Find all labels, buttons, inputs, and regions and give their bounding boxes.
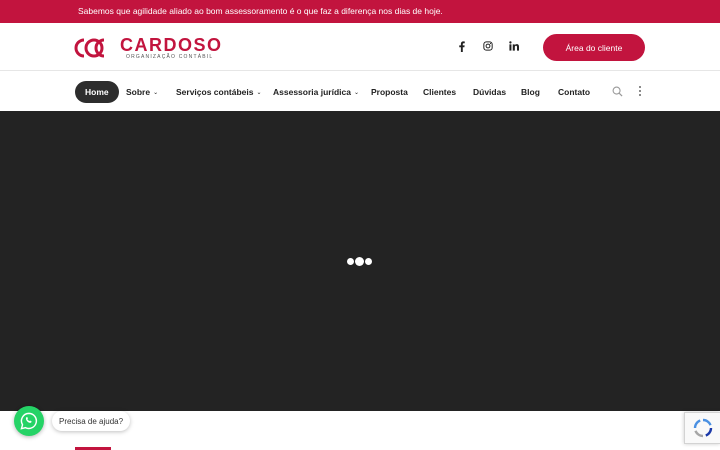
nav-item-label: Contato [558, 87, 591, 97]
client-area-button[interactable]: Área do cliente [543, 34, 645, 61]
nav-item-assessoria-juridica[interactable]: Assessoria jurídica ⌄ [273, 81, 359, 103]
nav-item-label: Blog [521, 87, 540, 97]
whatsapp-icon [20, 412, 38, 430]
nav-item-label: Clientes [423, 87, 457, 97]
whatsapp-button[interactable] [14, 406, 44, 436]
instagram-icon[interactable] [480, 38, 496, 54]
hero-section [0, 111, 720, 411]
brand-tagline: ORGANIZAÇÃO CONTÁBIL [126, 53, 214, 60]
chevron-down-icon: ⌄ [256, 89, 262, 96]
nav-item-sobre[interactable]: Sobre ⌄ [126, 81, 158, 103]
announcement-text: Sabemos que agilidade aliado ao bom asse… [78, 6, 443, 16]
recaptcha-icon [693, 418, 712, 438]
nav-item-home[interactable]: Home [75, 81, 119, 103]
nav-item-label: Assessoria jurídica [273, 87, 351, 97]
brand-logo[interactable]: CARDOSO ORGANIZAÇÃO CONTÁBIL [74, 36, 223, 60]
nav-item-label: Sobre [126, 87, 151, 97]
nav-item-label: Home [85, 87, 109, 97]
site-header: CARDOSO ORGANIZAÇÃO CONTÁBIL Área do cli… [0, 23, 720, 71]
nav-item-label: Dúvidas [473, 87, 507, 97]
loading-dots-icon [347, 257, 373, 266]
nav-item-label: Serviços contábeis [176, 87, 254, 97]
nav-item-duvidas[interactable]: Dúvidas [473, 81, 506, 103]
chevron-down-icon: ⌄ [353, 89, 359, 96]
search-icon[interactable] [610, 84, 624, 98]
brand-name: CARDOSO [120, 34, 223, 55]
more-vertical-icon[interactable] [633, 84, 647, 98]
nav-item-servicos-contabeis[interactable]: Serviços contábeis ⌄ [176, 81, 262, 103]
whatsapp-tooltip[interactable]: Precisa de ajuda? [52, 411, 131, 431]
nav-item-clientes[interactable]: Clientes [423, 81, 456, 103]
recaptcha-badge[interactable] [684, 412, 720, 444]
linkedin-icon[interactable] [506, 38, 522, 54]
nav-item-contato[interactable]: Contato [558, 81, 590, 103]
nav-item-proposta[interactable]: Proposta [371, 81, 408, 103]
logo-text: CARDOSO ORGANIZAÇÃO CONTÁBIL [120, 34, 223, 60]
nav-item-blog[interactable]: Blog [521, 81, 540, 103]
main-nav: Home Sobre ⌄ Serviços contábeis ⌄ Assess… [0, 72, 720, 111]
announcement-bar: Sabemos que agilidade aliado ao bom asse… [0, 0, 720, 23]
facebook-icon[interactable] [454, 38, 470, 54]
chevron-down-icon: ⌄ [153, 89, 159, 96]
logo-mark-icon [74, 37, 114, 59]
nav-item-label: Proposta [371, 87, 408, 97]
